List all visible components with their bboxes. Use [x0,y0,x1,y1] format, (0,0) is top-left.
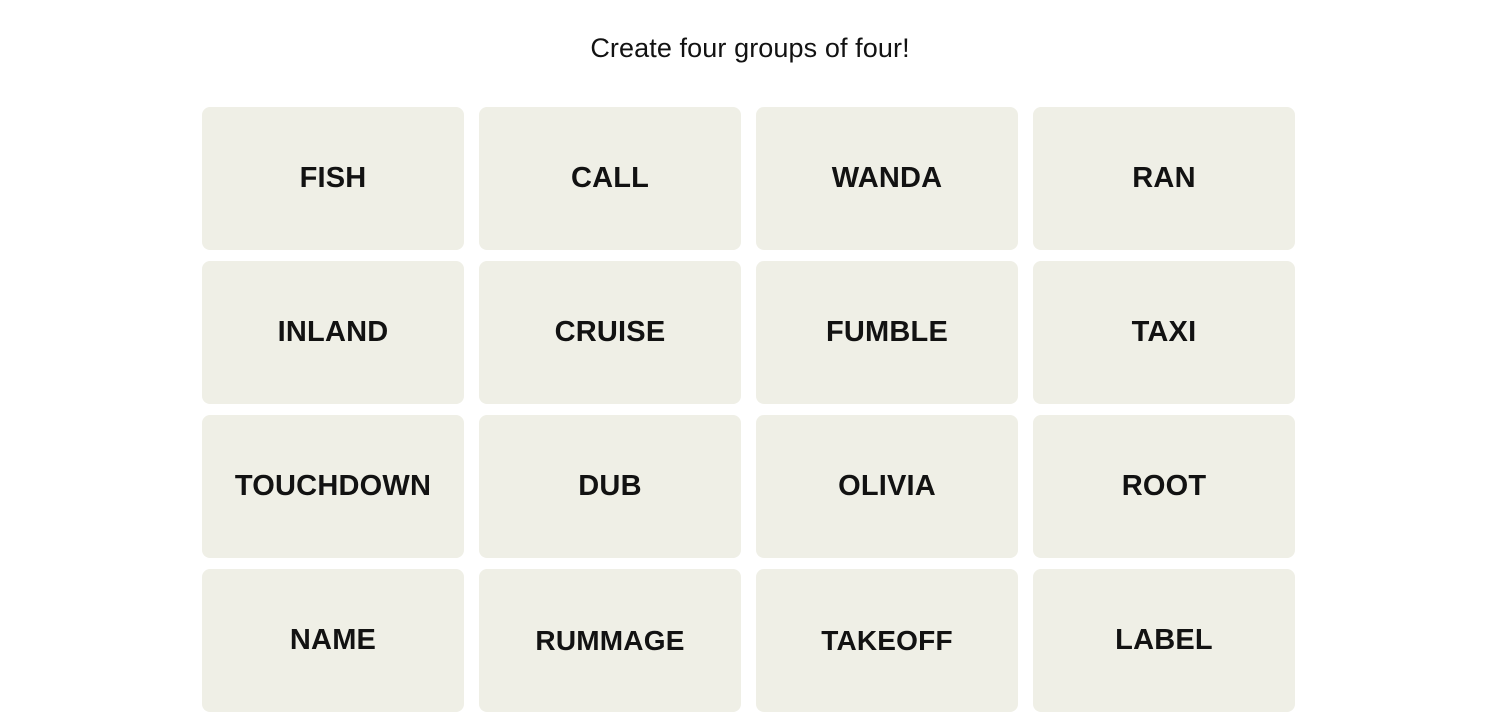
word-tile[interactable]: CRUISE [479,261,741,404]
word-tile-label: OLIVIA [838,470,936,502]
word-tile-label: FUMBLE [825,316,948,348]
word-tile[interactable]: TOUCHDOWN [202,415,464,558]
word-tile[interactable]: TAXI [1033,261,1295,404]
word-tile-label: NAME [289,624,377,656]
word-tile[interactable]: RAN [1033,107,1295,250]
word-tile-label: CALL [570,162,650,194]
puzzle-grid: FISH CALL WANDA RAN INLAND CRUISE FUMBLE… [202,107,1295,712]
word-tile-label: TAXI [1131,316,1197,348]
word-tile[interactable]: WANDA [756,107,1018,250]
word-tile[interactable]: FISH [202,107,464,250]
word-tile[interactable]: NAME [202,569,464,712]
word-tile-label: FISH [299,162,367,194]
word-tile[interactable]: TAKEOFF [756,569,1018,712]
word-tile[interactable]: CALL [479,107,741,250]
word-tile-label: INLAND [277,316,389,348]
word-tile-label: LABEL [1115,624,1213,656]
word-tile-label: RUMMAGE [535,624,685,656]
word-tile[interactable]: ROOT [1033,415,1295,558]
connections-puzzle-page: Create four groups of four! FISH CALL WA… [0,0,1500,721]
word-tile-label: TOUCHDOWN [234,470,432,502]
word-tile[interactable]: INLAND [202,261,464,404]
word-tile-label: DUB [578,470,642,502]
word-tile-label: WANDA [831,162,943,194]
word-tile[interactable]: OLIVIA [756,415,1018,558]
word-tile-label: RAN [1132,162,1196,194]
word-tile-label: CRUISE [554,316,666,348]
word-tile[interactable]: LABEL [1033,569,1295,712]
word-tile-label: TAKEOFF [821,624,953,656]
word-tile[interactable]: RUMMAGE [479,569,741,712]
word-tile[interactable]: FUMBLE [756,261,1018,404]
word-tile-label: ROOT [1121,470,1207,502]
word-tile[interactable]: DUB [479,415,741,558]
page-title: Create four groups of four! [590,33,910,63]
